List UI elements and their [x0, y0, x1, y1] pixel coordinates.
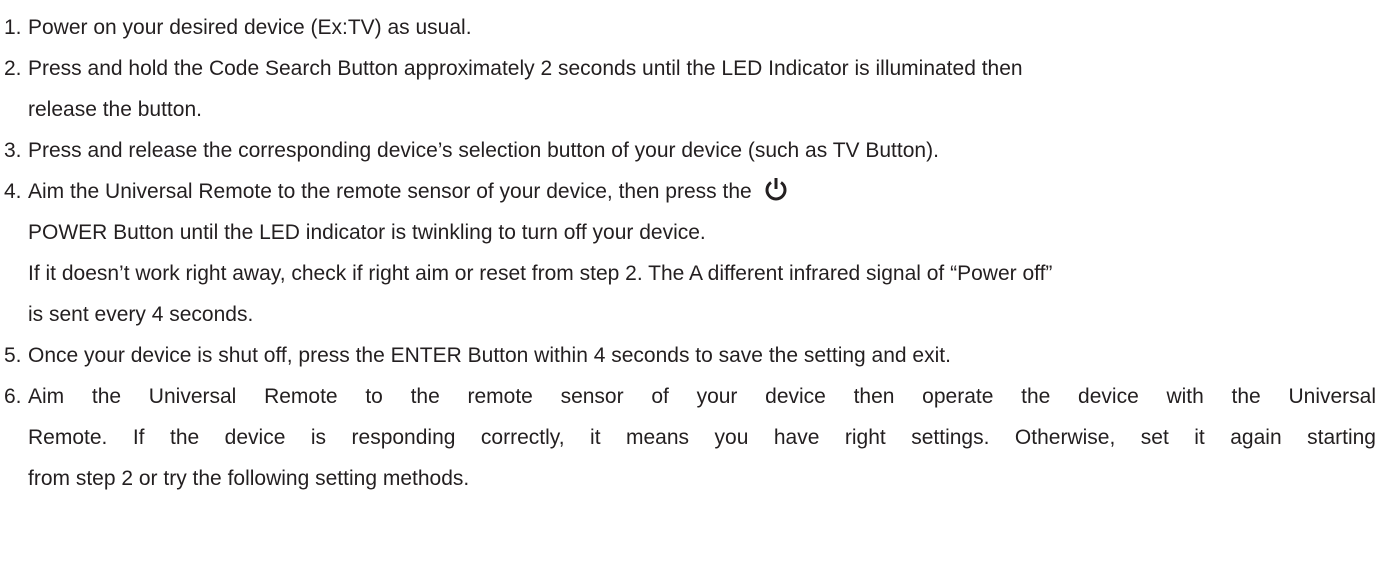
step-text-line: release the button. — [28, 98, 202, 121]
step-4-continued-3: is sent every 4 seconds. — [0, 297, 1380, 333]
step-text-line: Press and release the corresponding devi… — [28, 139, 939, 162]
step-5: 5. Once your device is shut off, press t… — [0, 338, 1380, 374]
step-text-line: from step 2 or try the following setting… — [28, 467, 470, 490]
step-text-line: Once your device is shut off, press the … — [28, 344, 951, 367]
step-6-continued-2: from step 2 or try the following setting… — [0, 461, 1380, 497]
step-text-line: is sent every 4 seconds. — [28, 303, 254, 326]
step-6-continued-1: Remote. If the device is responding corr… — [0, 420, 1380, 456]
step-2-continued: release the button. — [0, 92, 1380, 128]
step-text-line: Aim the Universal Remote to the remote s… — [28, 180, 752, 203]
step-4: 4. Aim the Universal Remote to the remot… — [0, 174, 1380, 210]
power-icon — [760, 174, 792, 210]
instruction-document: 1. Power on your desired device (Ex:TV) … — [0, 0, 1380, 566]
step-text-line: Remote. If the device is responding corr… — [28, 426, 1376, 449]
step-text-line: POWER Button until the LED indicator is … — [28, 221, 706, 244]
step-text-line: If it doesn’t work right away, check if … — [28, 262, 1053, 285]
step-text-line: Press and hold the Code Search Button ap… — [28, 57, 1023, 80]
step-4-continued-1: POWER Button until the LED indicator is … — [0, 215, 1380, 251]
step-3: 3. Press and release the corresponding d… — [0, 133, 1380, 169]
step-text-line: Aim the Universal Remote to the remote s… — [28, 385, 1376, 408]
step-6: 6. Aim the Universal Remote to the remot… — [0, 379, 1380, 415]
step-text-line: Power on your desired device (Ex:TV) as … — [28, 16, 472, 39]
step-4-continued-2: If it doesn’t work right away, check if … — [0, 256, 1380, 292]
step-1: 1. Power on your desired device (Ex:TV) … — [0, 10, 1380, 46]
step-2: 2. Press and hold the Code Search Button… — [0, 51, 1380, 87]
